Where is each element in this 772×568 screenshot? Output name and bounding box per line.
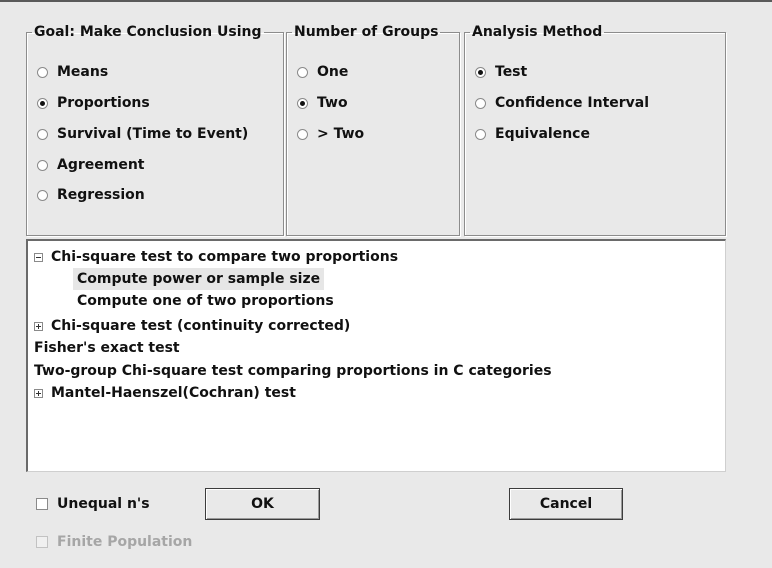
study-goal-dialog: Goal: Make Conclusion Using Means Propor…: [0, 0, 772, 568]
method-test-label: Test: [495, 64, 528, 80]
radio-icon: [475, 128, 486, 140]
radio-icon: [37, 128, 48, 140]
method-equivalence-radio[interactable]: Equivalence: [475, 124, 590, 144]
radio-icon: [37, 159, 48, 171]
method-confidence-interval-radio[interactable]: Confidence Interval: [475, 93, 649, 113]
tree-node-label: Chi-square test (continuity corrected): [51, 318, 351, 334]
finite-population-label: Finite Population: [57, 534, 193, 550]
window-edge: [0, 0, 772, 2]
groups-one-label: One: [317, 64, 349, 80]
method-legend: Analysis Method: [472, 24, 603, 40]
radio-selected-icon: [37, 97, 48, 109]
groups-two-label: Two: [317, 95, 348, 111]
expand-toggle-icon[interactable]: [34, 388, 43, 398]
tree-node-label: Chi-square test to compare two proportio…: [51, 249, 399, 265]
radio-icon: [475, 97, 486, 109]
tree-node-compute-power-sample-size[interactable]: Compute power or sample size: [73, 268, 325, 290]
radio-icon: [37, 189, 48, 201]
goal-proportions-label: Proportions: [57, 95, 150, 111]
groups-legend: Number of Groups: [294, 24, 439, 40]
expand-toggle-icon[interactable]: [34, 321, 43, 331]
ok-button[interactable]: OK: [205, 488, 320, 520]
tree-node-label: Two-group Chi-square test comparing prop…: [34, 363, 552, 379]
goal-groupbox: Goal: Make Conclusion Using Means Propor…: [26, 24, 284, 236]
goal-agreement-radio[interactable]: Agreement: [37, 155, 145, 175]
goal-legend: Goal: Make Conclusion Using: [34, 24, 262, 40]
radio-icon: [37, 66, 48, 78]
tree-node-label: Compute one of two proportions: [77, 293, 334, 309]
method-test-radio[interactable]: Test: [475, 62, 527, 82]
goal-means-label: Means: [57, 64, 109, 80]
goal-proportions-radio[interactable]: Proportions: [37, 93, 150, 113]
radio-icon: [297, 128, 308, 140]
goal-survival-label: Survival (Time to Event): [57, 126, 249, 142]
goal-agreement-label: Agreement: [57, 157, 145, 173]
collapse-toggle-icon[interactable]: [34, 252, 43, 262]
radio-selected-icon: [297, 97, 308, 109]
goal-regression-radio[interactable]: Regression: [37, 185, 145, 205]
tree-node-label: Fisher's exact test: [34, 340, 180, 356]
checkbox-icon: [36, 498, 48, 510]
tree-node-two-group-chi-square-c-categories[interactable]: Two-group Chi-square test comparing prop…: [34, 360, 552, 382]
cancel-button[interactable]: Cancel: [509, 488, 623, 520]
groups-two-radio[interactable]: Two: [297, 93, 348, 113]
tree-node-mantel-haenszel-test[interactable]: Mantel-Haenszel(Cochran) test: [34, 382, 296, 404]
tree-node-chi-square-continuity-corrected[interactable]: Chi-square test (continuity corrected): [34, 315, 350, 337]
radio-icon: [297, 66, 308, 78]
method-equivalence-label: Equivalence: [495, 126, 590, 142]
radio-selected-icon: [475, 66, 486, 78]
groups-more-than-two-radio[interactable]: > Two: [297, 124, 364, 144]
tree-node-label: Mantel-Haenszel(Cochran) test: [51, 385, 296, 401]
checkbox-icon: [36, 536, 48, 548]
finite-population-checkbox: Finite Population: [36, 533, 192, 551]
goal-survival-radio[interactable]: Survival (Time to Event): [37, 124, 248, 144]
analysis-method-groupbox: Analysis Method Test Confidence Interval…: [464, 24, 726, 236]
tree-node-chi-square-two-proportions[interactable]: Chi-square test to compare two proportio…: [34, 246, 398, 268]
method-confidence-interval-label: Confidence Interval: [495, 95, 650, 111]
number-of-groups-groupbox: Number of Groups One Two > Two: [286, 24, 460, 236]
goal-regression-label: Regression: [57, 187, 145, 203]
tree-node-label: Compute power or sample size: [77, 271, 321, 287]
tree-node-compute-one-of-two-proportions[interactable]: Compute one of two proportions: [77, 290, 334, 312]
groups-one-radio[interactable]: One: [297, 62, 348, 82]
groups-more-than-two-label: > Two: [317, 126, 365, 142]
unequal-n-label: Unequal n's: [57, 496, 150, 512]
tree-node-fishers-exact-test[interactable]: Fisher's exact test: [34, 337, 180, 359]
test-tree-list[interactable]: Chi-square test to compare two proportio…: [26, 239, 726, 472]
unequal-n-checkbox[interactable]: Unequal n's: [36, 495, 150, 513]
goal-means-radio[interactable]: Means: [37, 62, 108, 82]
